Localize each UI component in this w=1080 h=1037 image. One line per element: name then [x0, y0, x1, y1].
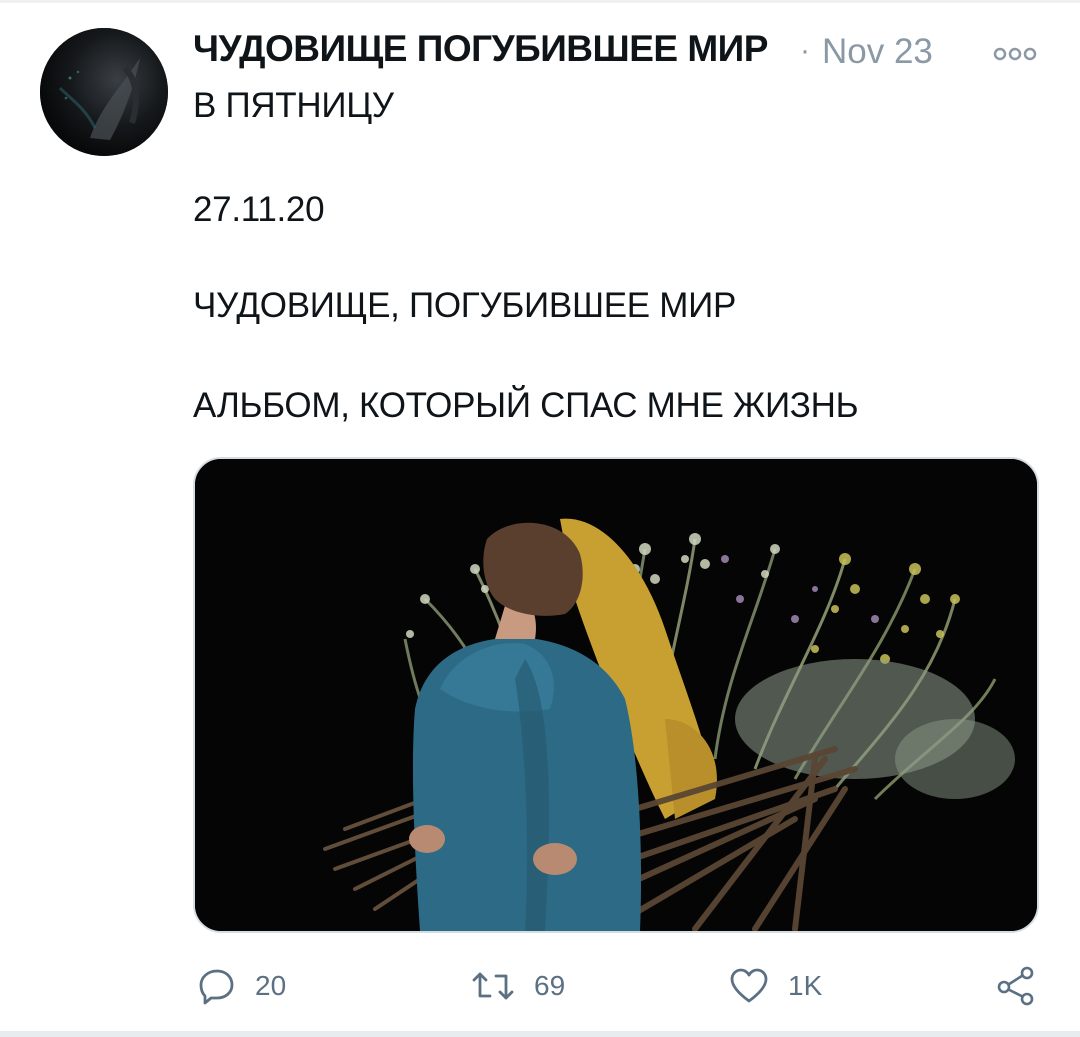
tweet-text-line-3: ЧУДОВИЩЕ, ПОГУБИВШЕЕ МИР — [193, 286, 737, 325]
tweet-text-line-4: АЛЬБОМ, КОТОРЫЙ СПАС МНЕ ЖИЗНЬ — [193, 386, 859, 425]
reply-button[interactable]: 20 — [197, 964, 286, 1008]
reply-count: 20 — [255, 970, 287, 1001]
tweet-text-date: 27.11.20 — [193, 190, 325, 229]
like-count: 1K — [788, 970, 823, 1001]
retweet-icon — [472, 972, 514, 1000]
author-name[interactable]: ЧУДОВИЩЕ ПОГУБИВШЕЕ МИР — [193, 28, 768, 70]
more-options-button[interactable] — [990, 42, 1040, 66]
avatar[interactable] — [40, 28, 168, 156]
album-photo — [195, 459, 1037, 931]
share-icon — [997, 966, 1034, 1006]
avatar-image — [40, 28, 168, 156]
tweet-media-photo[interactable] — [193, 457, 1039, 933]
retweet-count: 69 — [534, 970, 566, 1001]
top-divider — [0, 0, 1080, 3]
tweet-text-line-1: В ПЯТНИЦУ — [193, 86, 394, 125]
meta-separator: · — [800, 34, 810, 67]
more-icon — [993, 47, 1037, 61]
bottom-divider — [0, 1031, 1080, 1037]
tweet-timestamp[interactable]: Nov 23 — [822, 32, 933, 72]
retweet-button[interactable]: 69 — [470, 964, 565, 1008]
share-button[interactable] — [995, 964, 1037, 1008]
reply-icon — [199, 969, 234, 1005]
heart-icon — [730, 968, 768, 1003]
like-button[interactable]: 1K — [728, 964, 822, 1008]
